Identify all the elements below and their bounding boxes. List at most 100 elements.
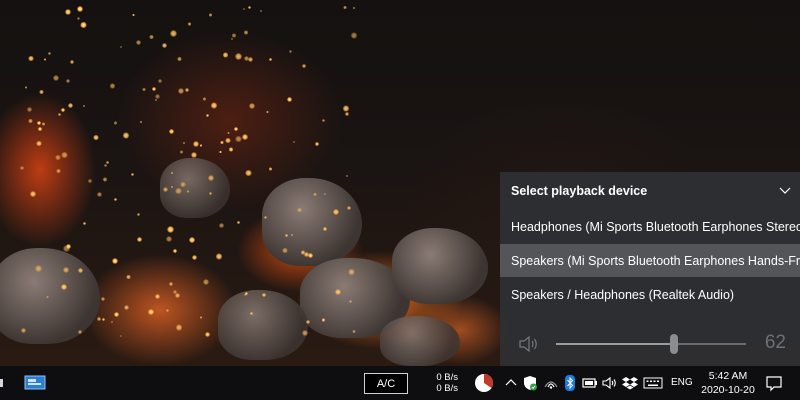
wifi-icon[interactable] xyxy=(543,375,559,391)
volume-slider-thumb[interactable] xyxy=(669,334,678,354)
speaker-icon[interactable] xyxy=(518,335,540,353)
network-speed-meter[interactable]: 0 B/s 0 B/s xyxy=(432,372,458,394)
network-upload-speed: 0 B/s xyxy=(436,372,458,383)
wallpaper-spark xyxy=(227,131,230,135)
wallpaper-spark xyxy=(151,87,156,91)
wallpaper-spark xyxy=(302,63,306,68)
wallpaper-spark xyxy=(199,316,202,319)
dropbox-icon[interactable] xyxy=(622,375,638,391)
wallpaper-coal xyxy=(392,228,488,304)
wallpaper-spark xyxy=(208,12,213,17)
playback-device-flyout: Select playback device Headphones (Mi Sp… xyxy=(500,172,800,366)
wallpaper-spark xyxy=(120,334,123,337)
system-clock[interactable]: 5:42 AM 2020-10-20 xyxy=(699,369,757,397)
wallpaper-spark xyxy=(169,129,175,135)
wallpaper-spark xyxy=(123,304,129,310)
wallpaper-spark xyxy=(290,233,294,236)
wallpaper-spark xyxy=(245,169,252,177)
wallpaper-spark xyxy=(82,221,86,226)
chevron-down-icon[interactable] xyxy=(778,184,792,198)
wallpaper-spark xyxy=(67,103,73,109)
wallpaper-spark xyxy=(139,120,142,123)
wallpaper-spark xyxy=(202,279,209,286)
wallpaper-spark xyxy=(321,317,326,322)
wallpaper-spark xyxy=(77,17,80,20)
wallpaper-spark xyxy=(36,141,42,147)
wallpaper-spark xyxy=(52,75,59,82)
wallpaper-spark xyxy=(46,295,49,299)
wallpaper-spark xyxy=(222,52,228,58)
taskbar-partial-icon[interactable] xyxy=(0,376,6,395)
wallpaper-spark xyxy=(249,102,256,109)
input-language-indicator[interactable]: ENG xyxy=(671,377,693,388)
wallpaper-spark xyxy=(109,83,116,89)
wallpaper-spark xyxy=(101,296,106,302)
wallpaper-spark xyxy=(230,37,234,41)
wallpaper-spark xyxy=(37,121,42,125)
wallpaper-spark xyxy=(285,233,289,237)
show-hidden-icons-chevron-icon[interactable] xyxy=(503,375,519,391)
wallpaper-spark xyxy=(132,14,135,17)
wallpaper-spark xyxy=(189,236,196,243)
wallpaper-spark xyxy=(104,164,107,167)
wallpaper-spark xyxy=(235,135,242,142)
wallpaper-spark xyxy=(83,105,86,108)
wallpaper-spark xyxy=(301,329,308,336)
wallpaper-spark xyxy=(126,274,131,279)
wallpaper-spark xyxy=(37,126,42,132)
wallpaper-spark xyxy=(243,30,248,35)
wallpaper-spark xyxy=(234,127,238,131)
bluetooth-icon[interactable] xyxy=(562,375,578,391)
wallpaper-spark xyxy=(292,140,296,144)
wallpaper-spark xyxy=(205,114,209,117)
volume-slider[interactable] xyxy=(556,334,746,354)
windows-security-icon[interactable] xyxy=(522,375,538,391)
wallpaper-spark xyxy=(187,22,192,26)
pinned-app-icon[interactable] xyxy=(24,375,46,396)
wallpaper-spark xyxy=(97,316,102,321)
wallpaper-spark xyxy=(113,198,117,201)
wallpaper-spark xyxy=(110,320,113,323)
wallpaper-spark xyxy=(70,60,74,64)
ac-status-box[interactable]: A/C xyxy=(364,373,408,394)
wallpaper-spark xyxy=(154,293,161,300)
battery-icon[interactable] xyxy=(582,375,598,391)
wallpaper-spark xyxy=(322,118,326,122)
wallpaper-spark xyxy=(178,87,184,94)
wallpaper-spark xyxy=(113,121,118,125)
wallpaper-spark xyxy=(220,140,224,144)
taskbar: A/C 0 B/s 0 B/s ENG 5:42 AM 2020-10-20 xyxy=(0,366,800,400)
wallpaper-spark xyxy=(186,190,190,193)
wallpaper-spark xyxy=(34,264,42,272)
wallpaper-spark xyxy=(308,252,314,258)
wallpaper-spark xyxy=(266,110,269,113)
wallpaper-spark xyxy=(131,173,134,176)
wallpaper-spark xyxy=(225,137,231,144)
wallpaper-spark xyxy=(180,181,186,188)
clock-time: 5:42 AM xyxy=(708,370,748,382)
wallpaper-spark xyxy=(60,283,67,290)
wallpaper-spark xyxy=(262,292,267,297)
action-center-icon[interactable] xyxy=(765,374,783,397)
wallpaper-spark xyxy=(61,151,68,159)
device-option-headphones-stereo[interactable]: Headphones (Mi Sports Bluetooth Earphone… xyxy=(500,210,800,243)
touch-keyboard-icon[interactable] xyxy=(643,375,663,391)
wallpaper-spark xyxy=(76,5,84,13)
wallpaper-spark xyxy=(24,85,28,89)
wallpaper-spark xyxy=(179,150,184,155)
pie-monitor-icon[interactable] xyxy=(474,373,494,398)
wallpaper-spark xyxy=(241,134,248,140)
device-option-realtek-audio[interactable]: Speakers / Headphones (Realtek Audio) xyxy=(500,278,800,311)
device-option-speakers-hands-free[interactable]: Speakers (Mi Sports Bluetooth Earphones … xyxy=(500,244,800,277)
wallpaper-spark xyxy=(137,213,140,216)
wallpaper-spark xyxy=(219,223,224,228)
volume-slider-fill xyxy=(556,343,674,345)
wallpaper-coal xyxy=(160,158,230,218)
wallpaper-spark xyxy=(288,50,292,53)
wallpaper-spark xyxy=(259,9,263,13)
wallpaper-spark xyxy=(344,112,349,117)
volume-icon[interactable] xyxy=(602,375,618,391)
wallpaper-spark xyxy=(202,97,207,101)
wallpaper-spark xyxy=(296,207,302,213)
wallpaper-spark xyxy=(169,29,177,37)
